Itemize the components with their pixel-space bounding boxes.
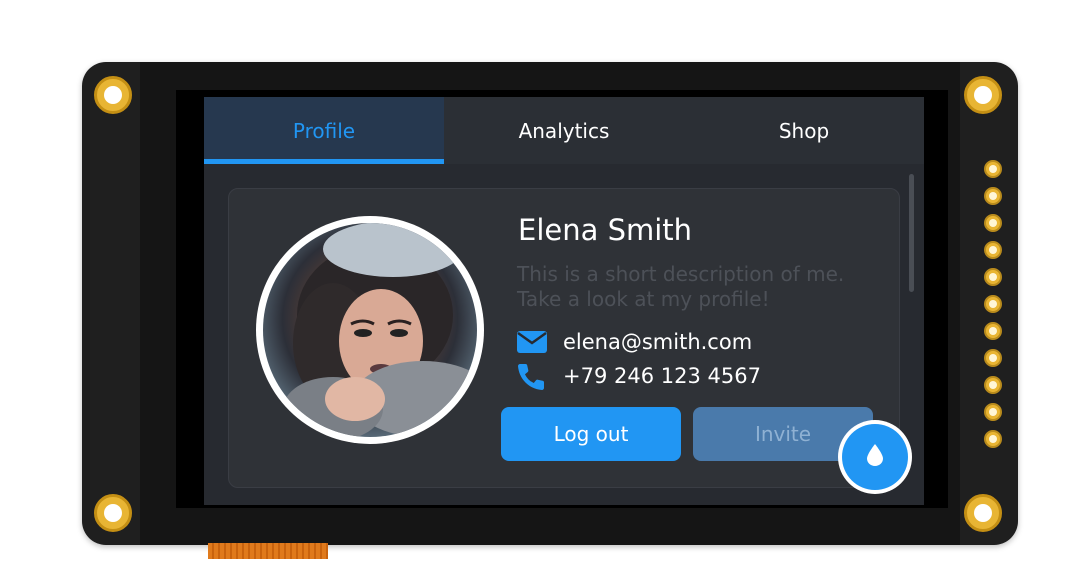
water-drop-icon <box>867 444 883 470</box>
logout-button[interactable]: Log out <box>501 407 681 461</box>
profile-email: elena@smith.com <box>563 330 753 354</box>
header-pin <box>984 430 1002 448</box>
vertical-scrollbar[interactable] <box>909 174 914 292</box>
profile-phone: +79 246 123 4567 <box>563 364 761 388</box>
tab-label: Shop <box>778 118 830 143</box>
email-row: elena@smith.com <box>517 327 752 357</box>
header-pin <box>984 214 1002 232</box>
tab-profile[interactable]: Profile <box>204 97 444 164</box>
header-pin <box>984 295 1002 313</box>
tab-label: Profile <box>292 118 356 143</box>
mounting-hole-bottom-left <box>94 494 132 532</box>
header-pin <box>984 241 1002 259</box>
tab-analytics[interactable]: Analytics <box>444 97 684 164</box>
profile-description: This is a short description of me. Take … <box>517 262 845 311</box>
header-pin <box>984 403 1002 421</box>
mounting-hole-top-right <box>964 76 1002 114</box>
header-pin <box>984 187 1002 205</box>
tab-bar: Profile Analytics Shop <box>204 97 924 164</box>
fab-inner <box>842 424 908 490</box>
header-pin <box>984 322 1002 340</box>
lcd-screen: Profile Analytics Shop Elena Smith This … <box>204 97 924 505</box>
header-pin <box>984 160 1002 178</box>
logout-button-label: Log out <box>553 422 629 446</box>
tab-shop[interactable]: Shop <box>684 97 924 164</box>
profile-name: Elena Smith <box>518 213 693 247</box>
flex-ribbon-cable <box>208 543 328 559</box>
avatar <box>256 216 484 444</box>
invite-button-label: Invite <box>754 422 812 446</box>
mounting-hole-bottom-right <box>964 494 1002 532</box>
avatar-photo <box>263 223 477 437</box>
tab-label: Analytics <box>518 118 610 143</box>
header-pin <box>984 376 1002 394</box>
header-pin <box>984 268 1002 286</box>
phone-row: +79 246 123 4567 <box>517 361 761 391</box>
header-pin <box>984 349 1002 367</box>
phone-icon <box>517 361 549 391</box>
theme-fab-button[interactable] <box>838 420 912 494</box>
mounting-hole-top-left <box>94 76 132 114</box>
envelope-icon <box>517 327 549 357</box>
